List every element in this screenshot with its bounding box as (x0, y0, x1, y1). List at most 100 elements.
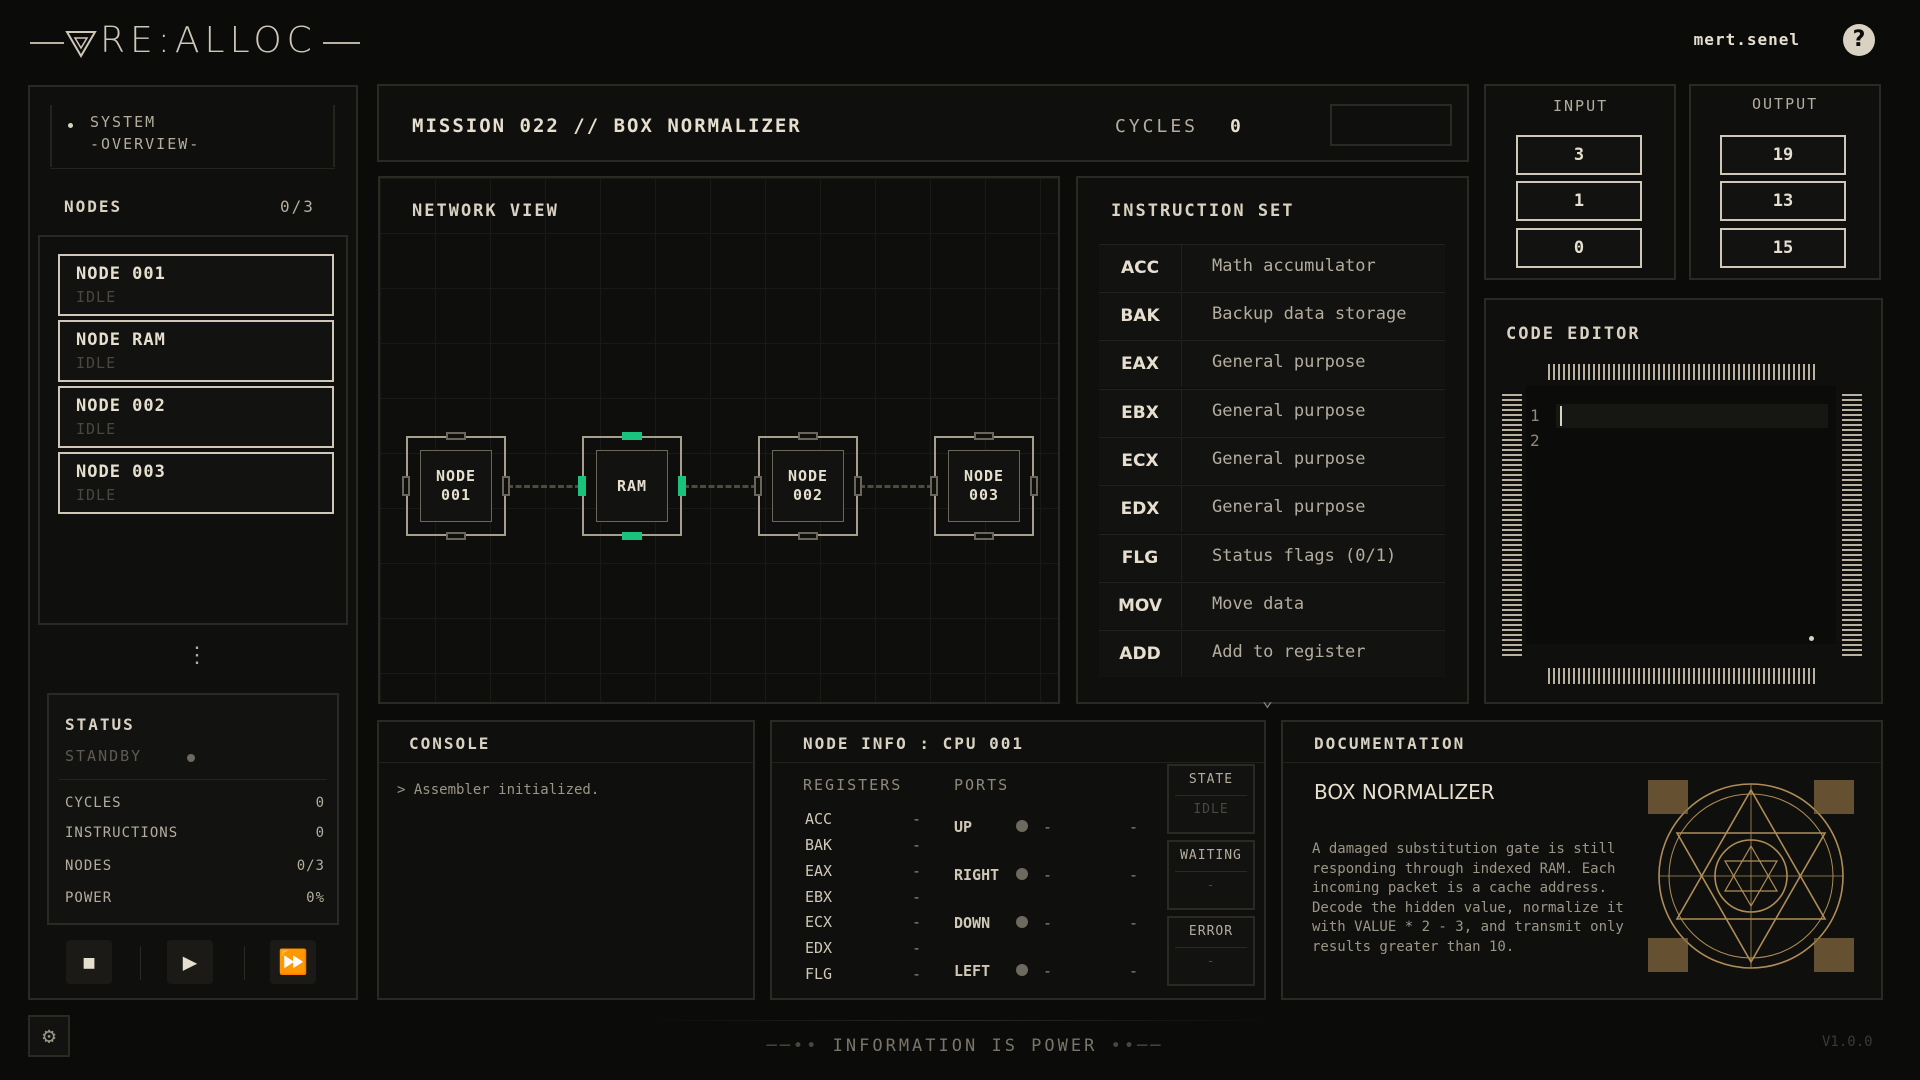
port-down (446, 532, 466, 540)
editor-dot-icon (1809, 636, 1814, 641)
node-label: NODE 001 (420, 450, 492, 522)
fast-forward-button[interactable]: ⏩ (270, 940, 316, 984)
settings-icon[interactable]: ⚙ (28, 1015, 70, 1057)
logo-triangle-icon (65, 31, 97, 58)
port-status-dot-icon (1016, 820, 1028, 832)
status-dot-icon (187, 754, 195, 762)
play-button[interactable]: ▶ (167, 940, 213, 984)
system-label: SYSTEM (90, 113, 157, 131)
register-row: BAK - (805, 836, 921, 854)
instruction-row[interactable]: ECX General purpose (1099, 437, 1445, 484)
network-node-003[interactable]: NODE 003 (930, 432, 1038, 540)
output-value: 19 (1720, 135, 1846, 175)
system-overview-item[interactable]: SYSTEM -OVERVIEW- (50, 105, 335, 167)
input-label: INPUT (1553, 97, 1609, 115)
nodes-label: NODES (64, 197, 123, 216)
stat-instructions: INSTRUCTIONS 0 (65, 825, 325, 841)
bullet-icon (68, 123, 73, 128)
hexagram-seal-icon (1648, 780, 1854, 972)
decorative-ticks (1548, 668, 1818, 684)
port-row-up: UP - - (954, 818, 1138, 836)
register-row: ECX - (805, 913, 921, 931)
node-item-003[interactable]: NODE 003 IDLE (58, 452, 334, 514)
node-name: NODE 001 (76, 264, 166, 284)
node-state: IDLE (76, 420, 117, 438)
cycles-value: 0 (1230, 116, 1241, 137)
instruction-row[interactable]: ADD Add to register (1099, 630, 1445, 677)
node-state: IDLE (76, 354, 117, 372)
network-node-ram[interactable]: RAM (578, 432, 686, 540)
decorative-ticks (1502, 394, 1522, 656)
instruction-row[interactable]: MOV Move data (1099, 582, 1445, 629)
port-row-down: DOWN - - (954, 914, 1138, 932)
footer-tagline: ──•• INFORMATION IS POWER ••── (766, 1036, 1164, 1056)
node-state: IDLE (76, 486, 117, 504)
port-row-left: LEFT - - (954, 962, 1138, 980)
user-name[interactable]: mert.senel (1694, 30, 1800, 49)
instruction-row[interactable]: EBX General purpose (1099, 389, 1445, 436)
instruction-row[interactable]: BAK Backup data storage (1099, 292, 1445, 339)
code-editor-title: CODE EDITOR (1506, 324, 1641, 344)
status-state: STANDBY (65, 747, 143, 765)
input-value: 3 (1516, 135, 1642, 175)
instruction-row[interactable]: EDX General purpose (1099, 485, 1445, 532)
port-row-right: RIGHT - - (954, 866, 1138, 884)
text-cursor (1560, 406, 1562, 426)
node-label: RAM (596, 450, 668, 522)
footer-rule (640, 1020, 1280, 1021)
mission-action-slot[interactable] (1330, 104, 1452, 146)
error-box: ERROR - (1167, 916, 1255, 986)
port-up (446, 432, 466, 440)
network-node-001[interactable]: NODE 001 (402, 432, 510, 540)
nodes-list: NODE 001 IDLE NODE RAM IDLE NODE 002 IDL… (38, 235, 348, 625)
output-label: OUTPUT (1752, 95, 1819, 113)
input-value: 0 (1516, 228, 1642, 268)
port-down (798, 532, 818, 540)
instruction-row[interactable]: EAX General purpose (1099, 340, 1445, 387)
nodes-count: 0/3 (280, 197, 315, 216)
register-row: FLG - (805, 965, 921, 983)
more-icon[interactable]: ⋮ (186, 643, 208, 668)
node-label: NODE 002 (772, 450, 844, 522)
logo-text: RE:ALLOC (100, 20, 317, 61)
documentation-title: DOCUMENTATION (1314, 734, 1466, 753)
instruction-row[interactable]: FLG Status flags (0/1) (1099, 534, 1445, 581)
help-icon[interactable]: ? (1843, 24, 1875, 56)
active-line-highlight (1556, 404, 1828, 428)
divider (772, 762, 1264, 763)
line-number: 2 (1530, 431, 1540, 450)
stat-cycles: CYCLES 0 (65, 795, 325, 811)
node-item-ram[interactable]: NODE RAM IDLE (58, 320, 334, 382)
instruction-set-title: INSTRUCTION SET (1111, 201, 1295, 221)
divider (379, 762, 753, 763)
port-up (974, 432, 994, 440)
documentation-body: A damaged substitution gate is still res… (1312, 841, 1624, 955)
node-state: IDLE (76, 288, 117, 306)
port-right (1030, 476, 1038, 496)
instruction-row[interactable]: ACC Math accumulator (1099, 244, 1445, 291)
footer-ornament-icon: ──•• (766, 1036, 833, 1056)
port-right (854, 476, 862, 496)
port-left (402, 476, 410, 496)
node-name: NODE 003 (76, 462, 166, 482)
console-title: CONSOLE (409, 734, 491, 753)
state-box: STATE IDLE (1167, 764, 1255, 834)
footer-ornament-icon: ••── (1097, 1036, 1164, 1056)
port-left (754, 476, 762, 496)
scroll-down-chevron-icon[interactable]: ⌄ (1262, 690, 1273, 711)
stop-button[interactable]: ■ (66, 940, 112, 984)
network-link (859, 485, 933, 488)
register-row: EBX - (805, 888, 921, 906)
app-logo: RE:ALLOC (30, 18, 360, 68)
node-item-002[interactable]: NODE 002 IDLE (58, 386, 334, 448)
node-item-001[interactable]: NODE 001 IDLE (58, 254, 334, 316)
network-link (507, 485, 581, 488)
divider (59, 779, 327, 780)
divider (50, 168, 335, 169)
network-node-002[interactable]: NODE 002 (754, 432, 862, 540)
output-value: 13 (1720, 181, 1846, 221)
documentation-heading: BOX NORMALIZER (1314, 780, 1495, 804)
line-number: 1 (1530, 406, 1540, 425)
port-right (502, 476, 510, 496)
mission-title: MISSION 022 // BOX NORMALIZER (412, 115, 802, 137)
